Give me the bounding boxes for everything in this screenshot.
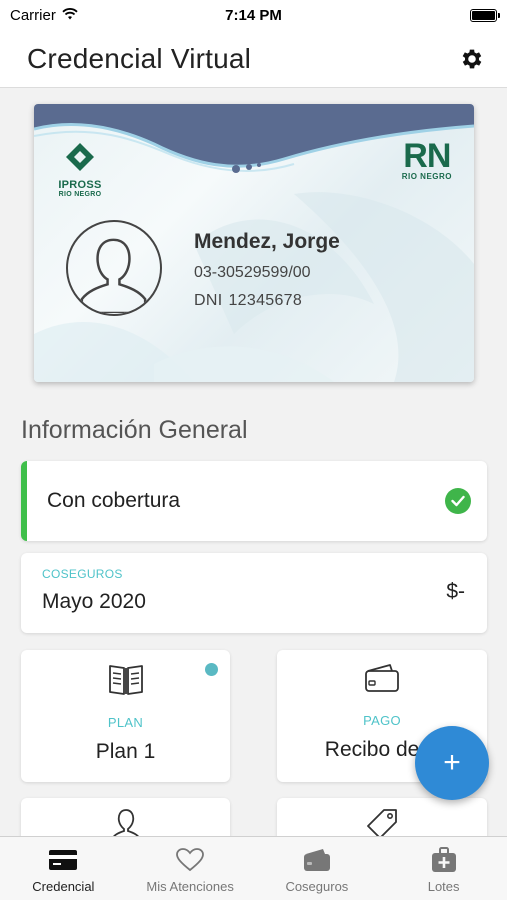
tab-mis-atenciones-label: Mis Atenciones <box>146 879 234 894</box>
card-icon <box>48 847 78 873</box>
tab-credencial[interactable]: Credencial <box>0 837 127 900</box>
app-header: Credencial Virtual <box>0 30 507 88</box>
dni-label: DNI <box>194 292 223 309</box>
page-title: Credencial Virtual <box>27 42 252 74</box>
tab-lotes-label: Lotes <box>427 879 460 894</box>
person-silhouette-icon <box>80 238 147 314</box>
rn-logo: RN RIO NEGRO <box>401 137 452 181</box>
pago-label: PAGO <box>363 713 401 728</box>
ipross-label: IPROSS <box>58 179 102 191</box>
plan-label: PLAN <box>107 715 144 730</box>
plan-value: Plan 1 <box>95 740 156 763</box>
credential-card[interactable]: IPROSS RIO NEGRO RN RIO NEGRO Mendez, Jo… <box>34 104 474 382</box>
wifi-icon <box>62 7 78 24</box>
member-dni: DNI 12345678 <box>194 292 302 310</box>
ipross-logo: IPROSS RIO NEGRO <box>56 142 104 198</box>
battery-icon <box>470 8 500 22</box>
settings-button[interactable] <box>457 44 487 74</box>
wallet-icon <box>303 847 331 873</box>
status-bar: Carrier 7:14 PM <box>0 0 507 30</box>
add-fab-button[interactable]: + <box>415 726 489 800</box>
status-left: Carrier <box>10 7 78 24</box>
tab-mis-atenciones[interactable]: Mis Atenciones <box>127 837 254 900</box>
coseguros-month: Mayo 2020 <box>42 590 146 613</box>
tab-bar: Credencial Mis Atenciones Coseguros Lote… <box>0 836 507 900</box>
tab-credencial-label: Credencial <box>32 879 95 894</box>
rn-logo-sublabel: RIO NEGRO <box>401 172 452 181</box>
tab-lotes[interactable]: Lotes <box>380 837 507 900</box>
content-scroll[interactable]: IPROSS RIO NEGRO RN RIO NEGRO Mendez, Jo… <box>0 88 507 836</box>
tab-coseguros-label: Coseguros <box>285 879 349 894</box>
wallet-icon <box>364 662 400 699</box>
member-number: 03-30529599/00 <box>194 264 311 281</box>
tab-coseguros[interactable]: Coseguros <box>254 837 381 900</box>
medical-bag-icon <box>431 847 457 873</box>
gear-icon <box>462 49 482 68</box>
coseguros-label: COSEGUROS <box>42 567 123 581</box>
check-circle-icon <box>445 488 471 514</box>
person-icon <box>110 808 142 836</box>
avatar <box>66 220 162 316</box>
coseguros-card[interactable]: COSEGUROS Mayo 2020 $- <box>21 553 487 633</box>
tag-tile[interactable] <box>277 798 487 836</box>
ipross-sublabel: RIO NEGRO <box>58 191 102 198</box>
coseguros-amount: $- <box>446 580 465 603</box>
plus-icon: + <box>443 746 461 779</box>
dni-value: 12345678 <box>228 292 303 309</box>
heart-icon <box>176 847 205 873</box>
rn-logo-text: RN <box>403 137 451 175</box>
coverage-status-card[interactable]: Con cobertura <box>21 461 487 541</box>
member-name: Mendez, Jorge <box>194 230 340 253</box>
carrier-label: Carrier <box>10 6 56 24</box>
tag-icon <box>364 808 400 836</box>
section-title: Información General <box>21 416 248 444</box>
personal-tile[interactable] <box>21 798 230 836</box>
notification-dot <box>205 663 218 676</box>
diamond-logo-icon <box>66 143 94 171</box>
book-icon <box>108 662 144 701</box>
coverage-label: Con cobertura <box>47 489 181 512</box>
plan-tile[interactable]: PLAN Plan 1 <box>21 650 230 782</box>
